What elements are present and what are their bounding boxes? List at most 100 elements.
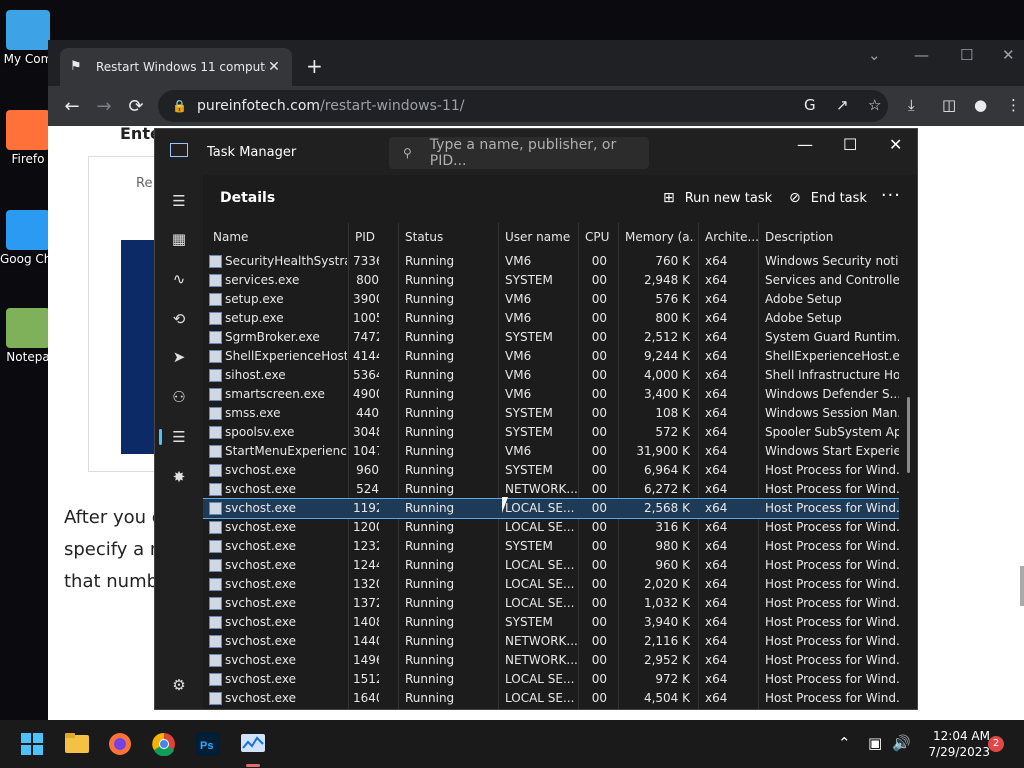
firefox-button[interactable]	[108, 732, 134, 756]
table-row[interactable]: svchost.exe 1496 Running NETWORK... 00 2,952 …	[203, 651, 899, 670]
table-row[interactable]: svchost.exe 1200 Running LOCAL SE... 00 316 K…	[203, 518, 899, 537]
table-cell: Host Process for Wind...	[765, 501, 899, 515]
table-cell: 00	[591, 501, 607, 515]
column-header[interactable]: Memory (a...	[625, 230, 695, 244]
more-options-icon[interactable]: ···	[881, 185, 901, 206]
file-explorer-button[interactable]	[64, 732, 90, 756]
table-cell: 1,032 K	[643, 596, 690, 610]
table-row[interactable]: ShellExperienceHost.... 4144 Running VM6 00 9…	[203, 347, 899, 366]
tm-maximize-button[interactable]: ☐	[843, 135, 857, 154]
column-header[interactable]: User name	[505, 230, 580, 244]
processes-icon[interactable]: ▦	[169, 229, 189, 249]
table-row[interactable]: svchost.exe 1440 Running NETWORK... 00 2,116 …	[203, 632, 899, 651]
hamburger-menu-icon[interactable]: ☰	[169, 191, 189, 211]
table-row[interactable]: svchost.exe 524 Running NETWORK... 00 6,272 K…	[203, 480, 899, 499]
address-bar[interactable]: 🔒 pureinfotech.com/restart-windows-11/ G…	[158, 90, 888, 122]
table-row[interactable]: SgrmBroker.exe 7472 Running SYSTEM 00 2,512 K…	[203, 328, 899, 347]
start-button[interactable]	[20, 732, 46, 756]
new-tab-button[interactable]: +	[306, 54, 323, 78]
page-scrollbar[interactable]	[1020, 566, 1024, 606]
table-cell: 00	[591, 596, 607, 610]
table-cell: 00	[591, 691, 607, 705]
settings-gear-icon[interactable]: ⚙	[169, 675, 189, 695]
table-row[interactable]: sihost.exe 5364 Running VM6 00 4,000 K x64 Shel…	[203, 366, 899, 385]
table-row[interactable]: setup.exe 3900 Running VM6 00 576 K x64 Adobe S…	[203, 290, 899, 309]
table-row[interactable]: svchost.exe 1320 Running LOCAL SE... 00 2,020…	[203, 575, 899, 594]
forward-button[interactable]: →	[88, 96, 120, 117]
search-icon: ⚲	[403, 146, 412, 160]
photoshop-button[interactable]: Ps	[196, 732, 222, 756]
share-icon[interactable]: ↗	[836, 96, 849, 114]
notification-badge[interactable]: 2	[988, 736, 1004, 752]
google-lens-icon[interactable]: G	[804, 96, 816, 114]
table-cell: NETWORK...	[505, 653, 578, 667]
table-cell: System Guard Runtim...	[765, 330, 899, 344]
table-row[interactable]: StartMenuExperienc... 10476 Running VM6 00 31…	[203, 442, 899, 461]
close-window-button[interactable]: ✕	[1002, 46, 1015, 64]
table-row[interactable]: services.exe 800 Running SYSTEM 00 2,948 K x64…	[203, 271, 899, 290]
close-tab-icon[interactable]: ✕	[266, 59, 282, 75]
column-header[interactable]: CPU	[585, 230, 621, 244]
chrome-button[interactable]	[152, 732, 178, 757]
clock[interactable]: 12:04 AM 7/29/2023	[920, 728, 990, 760]
run-new-task-button[interactable]: ⊞ Run new task	[663, 190, 772, 206]
tm-search-input[interactable]: ⚲ Type a name, publisher, or PID...	[389, 137, 649, 169]
table-row[interactable]: svchost.exe 1192 Running LOCAL SE... 00 2,568…	[203, 498, 899, 519]
table-row[interactable]: spoolsv.exe 3048 Running SYSTEM 00 572 K x64 Sp…	[203, 423, 899, 442]
table-row[interactable]: smartscreen.exe 4900 Running VM6 00 3,400 K x6…	[203, 385, 899, 404]
desktop-app-icon	[6, 308, 50, 348]
lock-icon[interactable]: 🔒	[172, 99, 187, 113]
volume-icon[interactable]: 🔊	[892, 734, 911, 752]
table-cell: 960	[356, 463, 379, 477]
firefox-icon	[109, 733, 131, 755]
details-header: Details ⊞ Run new task ⊘ End task ···	[203, 175, 917, 223]
column-header[interactable]: PID	[355, 230, 400, 244]
end-task-icon: ⊘	[789, 190, 801, 206]
table-row[interactable]: svchost.exe 960 Running SYSTEM 00 6,964 K x64 H…	[203, 461, 899, 480]
table-row[interactable]: svchost.exe 1232 Running SYSTEM 00 980 K x64 Ho…	[203, 537, 899, 556]
column-header[interactable]: Status	[405, 230, 500, 244]
task-manager-logo-icon	[170, 143, 188, 157]
table-cell: Windows Start Experie...	[765, 444, 899, 458]
table-row[interactable]: svchost.exe 1640 Running LOCAL SE... 00 4,504…	[203, 689, 899, 708]
table-cell: 1372	[353, 596, 379, 610]
table-row[interactable]: svchost.exe 1408 Running SYSTEM 00 3,940 K x64…	[203, 613, 899, 632]
performance-icon[interactable]: ∿	[169, 269, 189, 289]
tm-close-button[interactable]: ✕	[889, 135, 902, 154]
bookmark-star-icon[interactable]: ☆	[868, 96, 881, 114]
tab-search-icon[interactable]: ⌄	[868, 46, 881, 64]
users-icon[interactable]: ⚇	[169, 387, 189, 407]
reload-button[interactable]: ⟳	[120, 96, 152, 117]
table-row[interactable]: SecurityHealthSystra... 7336 Running VM6 00 7…	[203, 252, 899, 271]
app-history-icon[interactable]: ⟲	[169, 309, 189, 329]
column-header[interactable]: Description	[765, 230, 899, 244]
table-row[interactable]: svchost.exe 1244 Running LOCAL SE... 00 960 K…	[203, 556, 899, 575]
menu-icon[interactable]: ⋮	[1006, 96, 1021, 114]
table-cell: 2,948 K	[643, 273, 690, 287]
show-hidden-icons-chevron-icon[interactable]: ⌃	[838, 734, 851, 752]
tm-minimize-button[interactable]: —	[797, 135, 813, 154]
profile-icon[interactable]: ●	[974, 96, 987, 114]
network-icon[interactable]: ▣	[868, 734, 882, 752]
side-panel-icon[interactable]: ◫	[942, 96, 956, 114]
column-header[interactable]: Archite...	[705, 230, 760, 244]
table-cell: Host Process for Wind...	[765, 520, 899, 534]
services-icon[interactable]: ✸	[169, 467, 189, 487]
download-icon[interactable]: ⤓	[908, 96, 915, 114]
table-row[interactable]: smss.exe 440 Running SYSTEM 00 108 K x64 Window…	[203, 404, 899, 423]
minimize-button[interactable]: —	[914, 46, 929, 64]
table-scrollbar[interactable]	[907, 397, 910, 473]
details-icon[interactable]: ☰	[169, 427, 189, 447]
table-row[interactable]: setup.exe 10052 Running VM6 00 800 K x64 Adobe …	[203, 309, 899, 328]
back-button[interactable]: ←	[56, 96, 88, 117]
end-task-button[interactable]: ⊘ End task	[789, 190, 867, 206]
table-row[interactable]: svchost.exe 1372 Running LOCAL SE... 00 1,032…	[203, 594, 899, 613]
task-manager-taskbar-button[interactable]	[240, 732, 266, 756]
browser-tab[interactable]: ⚑ Restart Windows 11 computer (s ✕	[60, 48, 292, 86]
table-cell: SYSTEM	[505, 463, 553, 477]
startup-apps-icon[interactable]: ➤	[169, 347, 189, 367]
column-header[interactable]: Name	[213, 230, 348, 244]
maximize-button[interactable]: ☐	[960, 46, 973, 64]
table-cell: Host Process for Wind...	[765, 539, 899, 553]
table-row[interactable]: svchost.exe 1512 Running LOCAL SE... 00 972 K…	[203, 670, 899, 689]
